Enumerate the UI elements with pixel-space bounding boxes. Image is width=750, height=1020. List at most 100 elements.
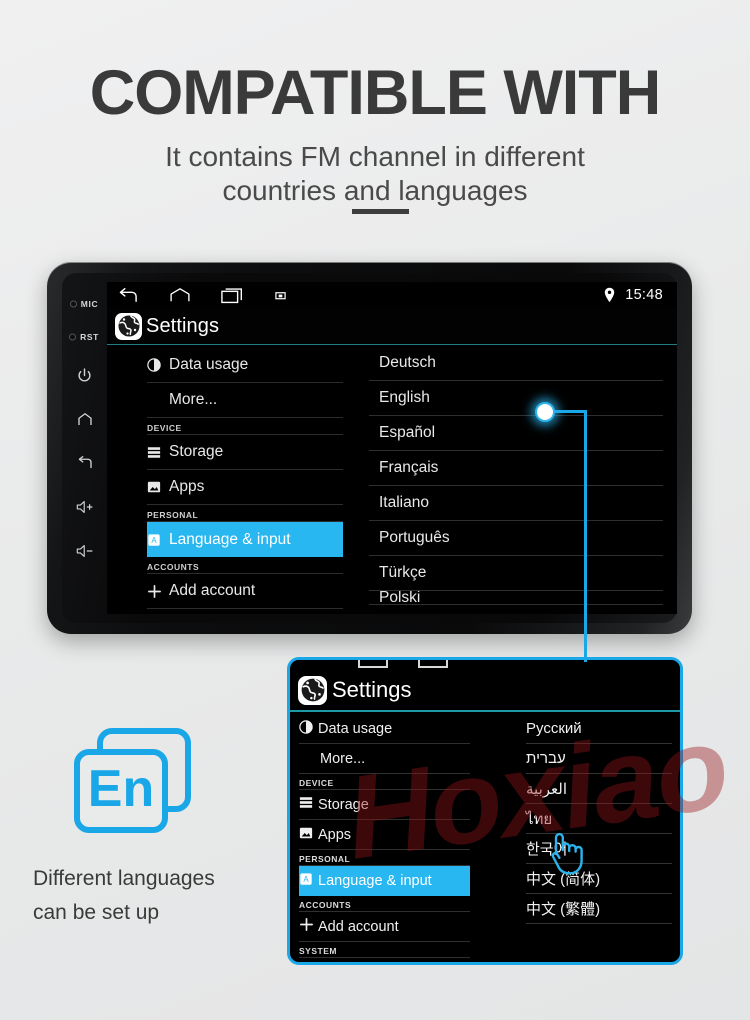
cropped-nav-bar	[290, 660, 680, 670]
language-option[interactable]: עברית	[526, 744, 672, 774]
language-option-list: Deutsch English Español Français Italian…	[359, 346, 677, 614]
volume-down-icon	[76, 545, 93, 557]
nav-home-button[interactable]	[169, 287, 191, 303]
callout-line-vertical	[584, 410, 587, 662]
android-status-bar: 15:48	[107, 282, 677, 308]
menu-item-more[interactable]: More...	[299, 744, 470, 774]
callout-line-horizontal	[553, 410, 587, 413]
volume-up-icon	[76, 501, 93, 513]
zoom-inset-panel: Settings Data usage More... DEVICE Stora…	[287, 657, 683, 965]
settings-title: Settings	[146, 314, 220, 337]
nav-screenshot-button[interactable]	[275, 290, 286, 301]
feature-caption-line1: Different languages	[33, 867, 215, 890]
menu-item-more[interactable]: More...	[147, 383, 343, 418]
data-usage-icon	[299, 719, 318, 738]
language-option[interactable]: Italiano	[369, 486, 663, 521]
nav-recents-button[interactable]	[221, 287, 245, 304]
inset-settings-title: Settings	[332, 677, 412, 702]
reset-indicator[interactable]: RST	[62, 320, 107, 353]
group-header-device: DEVICE	[147, 418, 343, 435]
recents-icon	[358, 660, 388, 668]
menu-item-label: Storage	[318, 796, 369, 813]
page-title: COMPATIBLE WITH	[89, 58, 662, 128]
language-option[interactable]: English	[369, 381, 663, 416]
menu-item-language-and-input[interactable]: A Language & input	[147, 522, 343, 557]
page-root: COMPATIBLE WITH It contains FM channel i…	[0, 0, 750, 1020]
language-option[interactable]: العربية	[526, 774, 672, 804]
settings-menu-list: Data usage More... DEVICE Storage Apps P…	[107, 346, 359, 614]
language-option[interactable]: Polski	[369, 591, 663, 605]
language-icon: A	[299, 872, 318, 890]
language-option[interactable]: Русский	[526, 714, 672, 744]
power-icon	[78, 367, 91, 382]
pointing-hand-icon	[543, 826, 589, 883]
menu-item-label: Add account	[318, 918, 399, 935]
bezel-back-button[interactable]	[62, 441, 107, 485]
apps-icon	[299, 826, 318, 844]
menu-item-add-account[interactable]: Add account	[147, 574, 343, 609]
callout-marker-dot	[535, 402, 555, 422]
page-subtitle-line1: It contains FM channel in different	[165, 141, 585, 172]
menu-item-add-account[interactable]: Add account	[299, 912, 470, 942]
inset-settings-app-header: Settings	[290, 670, 680, 712]
bezel-home-button[interactable]	[62, 397, 107, 441]
menu-item-storage[interactable]: Storage	[299, 790, 470, 820]
language-option[interactable]: Français	[369, 451, 663, 486]
group-header-accounts: ACCOUNTS	[299, 896, 470, 912]
page-subtitle: It contains FM channel in different coun…	[0, 140, 750, 208]
group-header-personal: PERSONAL	[147, 505, 343, 522]
car-head-unit: MIC RST 15:48 Settings Data usage More..…	[47, 262, 692, 634]
language-cards-icon: En	[72, 726, 200, 836]
language-option[interactable]: Deutsch	[369, 346, 663, 381]
globe-settings-icon	[115, 312, 142, 340]
back-arrow-icon	[119, 287, 137, 303]
reset-label: RST	[70, 332, 99, 342]
plus-icon	[147, 584, 167, 599]
title-divider	[352, 209, 409, 214]
power-button[interactable]	[62, 353, 107, 397]
language-option[interactable]: Español	[369, 416, 663, 451]
storage-icon	[299, 796, 318, 813]
menu-item-apps[interactable]: Apps	[299, 820, 470, 850]
screenshot-icon	[275, 291, 286, 299]
language-option[interactable]: Português	[369, 521, 663, 556]
status-bar-right: 15:48	[603, 287, 667, 303]
group-header-device: DEVICE	[299, 774, 470, 790]
language-icon: A	[147, 533, 167, 547]
language-option[interactable]: 中文 (繁體)	[526, 894, 672, 924]
home-icon	[77, 413, 92, 425]
globe-settings-icon	[298, 675, 327, 705]
volume-up-button[interactable]	[62, 485, 107, 529]
group-header-accounts: ACCOUNTS	[147, 557, 343, 574]
apps-icon	[147, 480, 167, 494]
status-clock: 15:48	[625, 287, 663, 303]
mic-indicator: MIC	[62, 287, 107, 320]
home-icon	[170, 288, 190, 302]
inset-settings-menu-list: Data usage More... DEVICE Storage Apps P…	[290, 714, 480, 962]
menu-item-data-usage[interactable]: Data usage	[147, 348, 343, 383]
feature-caption-line2: can be set up	[33, 901, 160, 925]
svg-text:A: A	[303, 875, 309, 884]
settings-body: Data usage More... DEVICE Storage Apps P…	[107, 346, 677, 614]
storage-icon	[147, 446, 167, 459]
feature-caption: Different languages can be set up	[33, 862, 323, 930]
volume-down-button[interactable]	[62, 529, 107, 573]
menu-item-storage[interactable]: Storage	[147, 435, 343, 470]
location-pin-icon	[604, 287, 615, 303]
language-option[interactable]: Türkçe	[369, 556, 663, 591]
page-subtitle-line2: countries and languages	[222, 175, 528, 207]
settings-app-header: Settings	[107, 308, 677, 345]
screenshot-icon	[418, 660, 448, 668]
menu-item-data-usage[interactable]: Data usage	[299, 714, 470, 744]
group-header-system: SYSTEM	[147, 609, 343, 614]
menu-item-label: More...	[320, 750, 366, 767]
svg-text:A: A	[151, 536, 157, 545]
menu-item-apps[interactable]: Apps	[147, 470, 343, 505]
menu-item-language-and-input[interactable]: A Language & input	[299, 866, 470, 896]
nav-back-button[interactable]	[117, 286, 139, 304]
head-unit-screen: 15:48 Settings Data usage More... DEVICE…	[107, 282, 677, 614]
inset-settings-body: Data usage More... DEVICE Storage Apps P…	[290, 714, 680, 962]
plus-icon	[299, 917, 318, 936]
menu-item-label: Data usage	[169, 356, 249, 373]
head-unit-bezel-buttons: MIC RST	[62, 273, 107, 623]
